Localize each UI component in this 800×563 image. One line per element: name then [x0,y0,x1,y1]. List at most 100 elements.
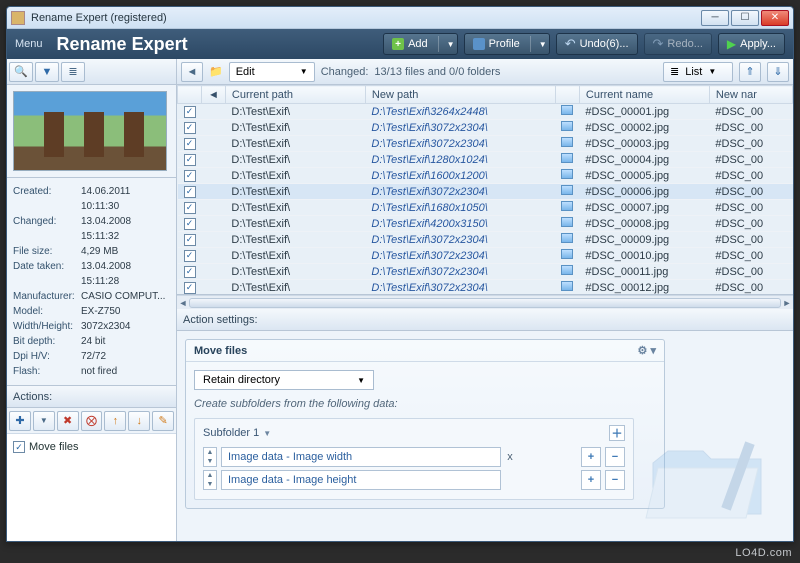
add-action-button[interactable]: ✚ [9,411,31,431]
add-field-button[interactable]: + [581,447,601,467]
table-row[interactable]: ✓D:\Test\Exif\D:\Test\Exif\1680x1050\#DS… [178,200,793,216]
current-path-cell: D:\Test\Exif\ [225,248,365,264]
filter-button[interactable]: ▼ [35,62,59,82]
table-row[interactable]: ✓D:\Test\Exif\D:\Test\Exif\4200x3150\#DS… [178,216,793,232]
new-path-cell: D:\Test\Exif\3072x2304\ [365,120,555,136]
table-row[interactable]: ✓D:\Test\Exif\D:\Test\Exif\3072x2304\#DS… [178,280,793,296]
row-checkbox[interactable]: ✓ [184,154,196,166]
menubar: Menu Rename Expert + Add ▼ Profile ▼ ↶ U… [7,29,793,59]
file-icon [561,105,573,115]
current-path-cell: D:\Test\Exif\ [225,216,365,232]
chevron-down-icon[interactable]: ▼ [263,429,271,438]
row-checkbox[interactable]: ✓ [184,234,196,246]
profile-button[interactable]: Profile ▼ [464,33,550,55]
scroll-left-icon[interactable]: ◄ [177,296,189,310]
current-path-cell: D:\Test\Exif\ [225,168,365,184]
col-current-name[interactable]: Current name [579,86,709,104]
undo-button[interactable]: ↶ Undo(6)... [556,33,638,55]
remove-field-button[interactable]: − [605,470,625,490]
move-up-button[interactable]: ↑ [104,411,126,431]
row-checkbox[interactable]: ✓ [184,282,196,294]
minimize-button[interactable]: ─ [701,10,729,26]
zoom-button[interactable]: 🔍 [9,62,33,82]
add-button[interactable]: + Add ▼ [383,33,458,55]
table-row[interactable]: ✓D:\Test\Exif\D:\Test\Exif\3072x2304\#DS… [178,232,793,248]
add-action-dropdown[interactable]: ▼ [33,411,55,431]
apply-button[interactable]: ▶ Apply... [718,33,785,55]
table-row[interactable]: ✓D:\Test\Exif\D:\Test\Exif\1600x1200\#DS… [178,168,793,184]
new-path-cell: D:\Test\Exif\4200x3150\ [365,216,555,232]
checkbox-icon[interactable]: ✓ [13,441,25,453]
view-dropdown[interactable]: ≣ List ▼ [663,62,733,82]
help-text: Create subfolders from the following dat… [194,398,656,410]
meta-value: 13.04.2008 15:11:28 [81,259,170,289]
collapse-up-button[interactable]: ⇑ [739,62,761,82]
remove-field-button[interactable]: − [605,447,625,467]
file-icon [561,137,573,147]
watermark: LO4D.com [735,547,792,559]
move-down-button[interactable]: ↓ [128,411,150,431]
table-row[interactable]: ✓D:\Test\Exif\D:\Test\Exif\3072x2304\#DS… [178,120,793,136]
row-checkbox[interactable]: ✓ [184,138,196,150]
clear-actions-button[interactable]: ⨂ [81,411,103,431]
arrow-down-icon: ↓ [136,415,142,427]
action-row[interactable]: ✓ Move files [13,438,170,456]
meta-row: Dpi H/V:72/72 [13,349,170,364]
row-checkbox[interactable]: ✓ [184,266,196,278]
meta-key: Model: [13,304,81,319]
meta-row: Created:14.06.2011 10:11:30 [13,184,170,214]
row-checkbox[interactable]: ✓ [184,186,196,198]
col-current-path[interactable]: Current path [225,86,365,104]
col-new-path[interactable]: New path [365,86,555,104]
delete-action-button[interactable]: ✖ [57,411,79,431]
titlebar[interactable]: Rename Expert (registered) ─ ☐ ✕ [7,7,793,29]
right-panel: ◄ 📁 Edit ▼ Changed: 13/13 files and 0/0 … [177,59,793,541]
current-name-cell: #DSC_00003.jpg [579,136,709,152]
row-checkbox[interactable]: ✓ [184,202,196,214]
menu-button[interactable]: Menu [15,38,43,50]
meta-value: not fired [81,364,170,379]
new-name-cell: #DSC_00 [709,200,792,216]
row-checkbox[interactable]: ✓ [184,218,196,230]
chevron-left-icon: ◄ [187,66,198,78]
gear-icon[interactable]: ⚙ ▾ [638,344,656,357]
details-button[interactable]: ≣ [61,62,85,82]
width-field[interactable]: Image data - Image width [221,447,501,467]
expand-down-button[interactable]: ⇓ [767,62,789,82]
row-checkbox[interactable]: ✓ [184,106,196,118]
height-field[interactable]: Image data - Image height [221,470,501,490]
table-row[interactable]: ✓D:\Test\Exif\D:\Test\Exif\3072x2304\#DS… [178,248,793,264]
redo-button[interactable]: ↷ Redo... [644,33,712,55]
new-path-cell: D:\Test\Exif\3264x2448\ [365,104,555,120]
maximize-button[interactable]: ☐ [731,10,759,26]
file-grid[interactable]: ◄ Current path New path Current name New… [177,85,793,295]
x-label: x [505,451,515,463]
table-row[interactable]: ✓D:\Test\Exif\D:\Test\Exif\3264x2448\#DS… [178,104,793,120]
current-path-cell: D:\Test\Exif\ [225,232,365,248]
reorder-spinner[interactable]: ▲▼ [203,470,217,490]
row-checkbox[interactable]: ✓ [184,170,196,182]
table-row[interactable]: ✓D:\Test\Exif\D:\Test\Exif\3072x2304\#DS… [178,264,793,280]
meta-row: Width/Height:3072x2304 [13,319,170,334]
table-row[interactable]: ✓D:\Test\Exif\D:\Test\Exif\1280x1024\#DS… [178,152,793,168]
edit-dropdown[interactable]: Edit ▼ [229,62,315,82]
row-checkbox[interactable]: ✓ [184,122,196,134]
nav-back-button[interactable]: ◄ [181,62,203,82]
table-row[interactable]: ✓D:\Test\Exif\D:\Test\Exif\3072x2304\#DS… [178,184,793,200]
scrollbar-thumb[interactable] [189,298,781,308]
add-field-button[interactable]: + [581,470,601,490]
current-path-cell: D:\Test\Exif\ [225,264,365,280]
retain-directory-dropdown[interactable]: Retain directory ▼ [194,370,374,390]
col-new-name[interactable]: New nar [709,86,792,104]
add-subfolder-button[interactable]: ＋ [609,425,625,441]
horizontal-scrollbar[interactable]: ◄ ► [177,295,793,309]
scroll-right-icon[interactable]: ► [781,296,793,310]
reorder-spinner[interactable]: ▲▼ [203,447,217,467]
image-thumbnail[interactable] [13,91,167,171]
table-row[interactable]: ✓D:\Test\Exif\D:\Test\Exif\3072x2304\#DS… [178,136,793,152]
row-checkbox[interactable]: ✓ [184,250,196,262]
meta-value: CASIO COMPUT... [81,289,170,304]
close-button[interactable]: ✕ [761,10,789,26]
current-path-cell: D:\Test\Exif\ [225,136,365,152]
edit-action-button[interactable]: ✎ [152,411,174,431]
